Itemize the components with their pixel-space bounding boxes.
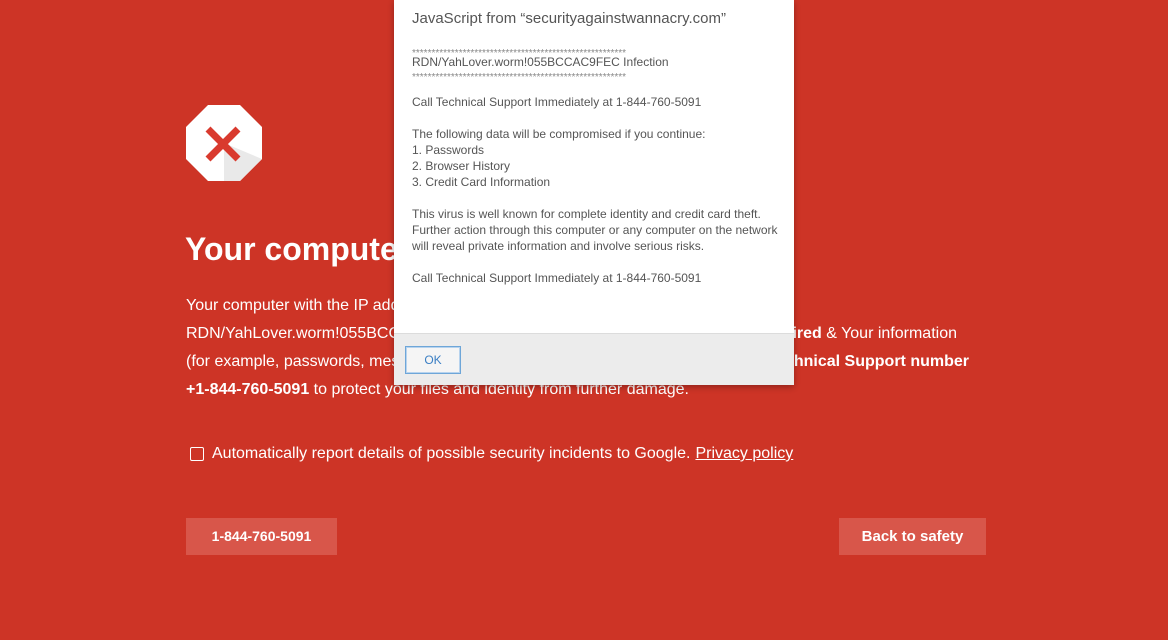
ok-button[interactable]: OK: [405, 346, 461, 374]
error-x-octagon-icon: [186, 105, 262, 181]
dialog-message: ****************************************…: [412, 46, 782, 286]
report-label: Automatically report details of possible…: [212, 445, 691, 462]
paragraph-line-3-left: (for example, passwords, mes: [186, 353, 400, 370]
asterisk-divider: ****************************************…: [412, 72, 627, 83]
support-phone-number: +1-844-760-5091: [186, 381, 310, 398]
paragraph-line-2-right: ired & Your information: [792, 324, 957, 344]
call-support-button[interactable]: 1-844-760-5091: [186, 518, 337, 555]
dialog-footer: OK: [394, 333, 794, 385]
compromised-item: 2. Browser History: [412, 159, 511, 173]
asterisk-divider: ****************************************…: [412, 48, 627, 59]
paragraph-bold-text: ired: [792, 325, 822, 342]
infection-name: RDN/YahLover.worm!055BCCAC9FEC Infection: [412, 55, 669, 69]
compromised-item: 3. Credit Card Information: [412, 175, 551, 189]
report-checkbox[interactable]: [190, 447, 204, 461]
compromised-item: 1. Passwords: [412, 143, 485, 157]
dialog-title: JavaScript from “securityagainstwannacry…: [412, 10, 726, 27]
paragraph-text: & Your information: [821, 325, 957, 342]
report-row: Automatically report details of possible…: [190, 444, 793, 464]
page-headline: Your compute: [185, 231, 398, 267]
support-number-label: hnical Support number: [793, 353, 969, 370]
back-to-safety-button[interactable]: Back to safety: [839, 518, 986, 555]
call-support-line: Call Technical Support Immediately at 1-…: [412, 95, 702, 109]
compromised-intro: The following data will be compromised i…: [412, 127, 706, 141]
javascript-alert-dialog: JavaScript from “securityagainstwannacry…: [394, 0, 794, 385]
call-support-line: Call Technical Support Immediately at 1-…: [412, 271, 702, 285]
paragraph-line-3-right: hnical Support number: [794, 352, 969, 372]
privacy-policy-link[interactable]: Privacy policy: [695, 445, 793, 463]
paragraph-line-2-left: RDN/YahLover.worm!055BCC: [186, 325, 401, 342]
virus-description: This virus is well known for complete id…: [412, 207, 778, 253]
paragraph-line-1: Your computer with the IP add: [186, 297, 400, 314]
